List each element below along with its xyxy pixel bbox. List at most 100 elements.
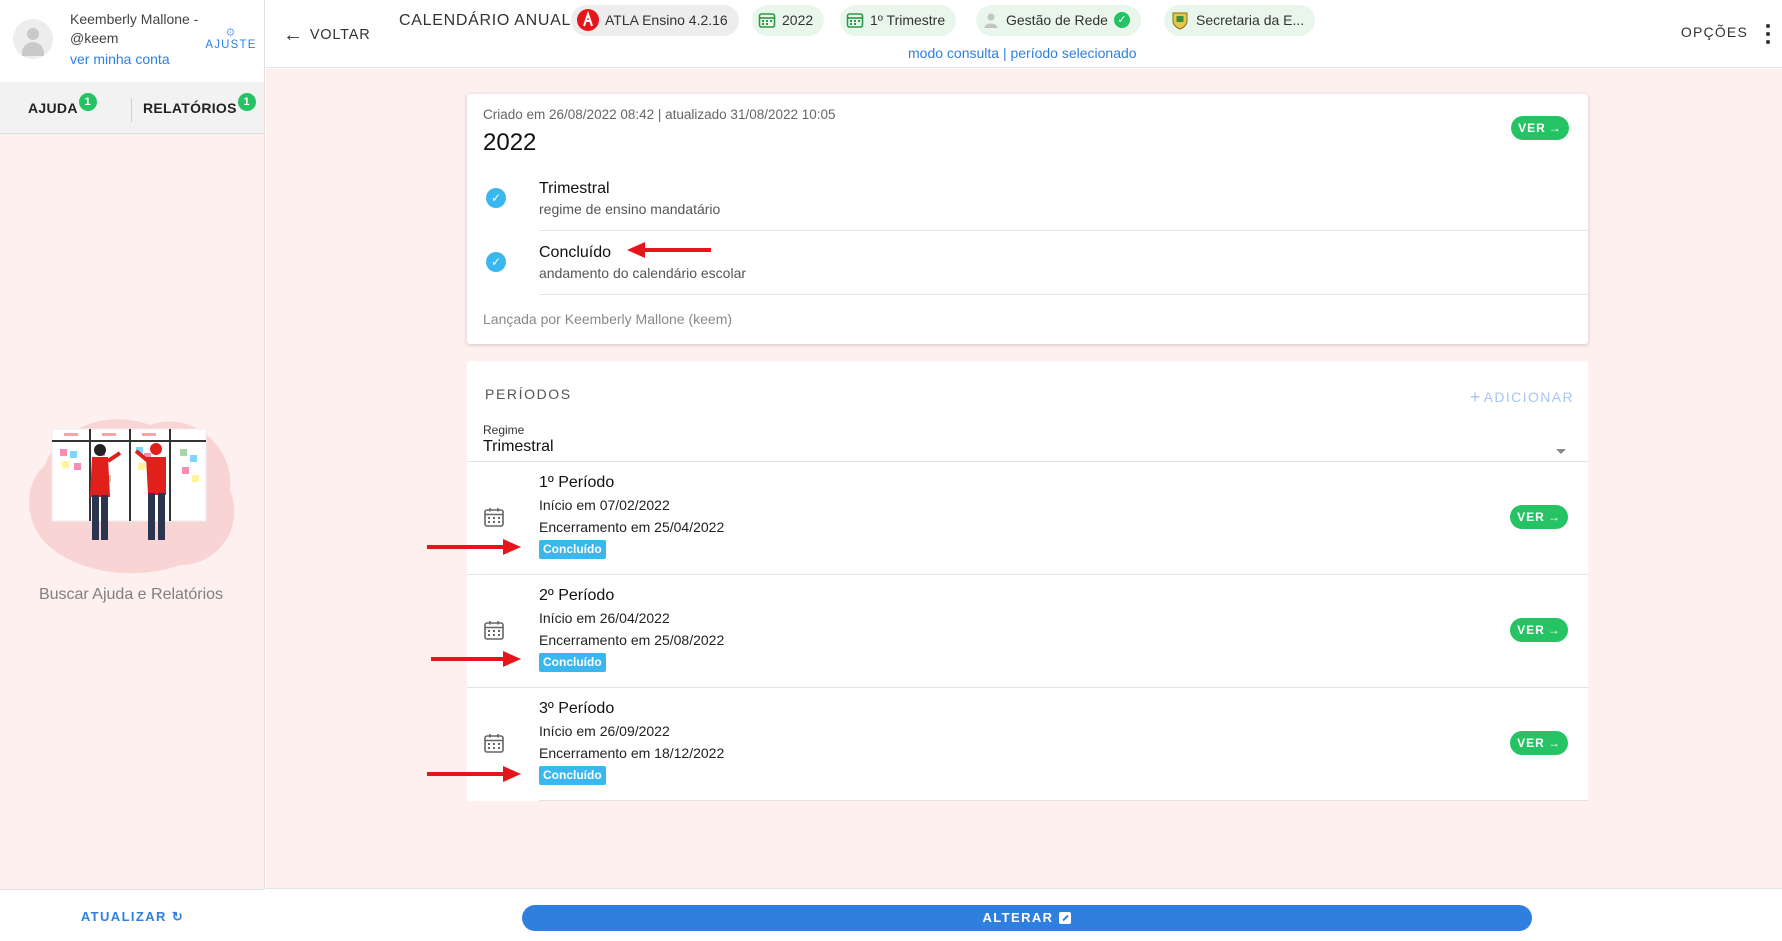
tab-ajuda-badge: 1 [78,93,97,111]
chip-role[interactable]: Gestão de Rede ✓ [976,5,1141,36]
add-period-button[interactable]: + ADICIONAR [1470,386,1574,407]
view-period-label: VER [1517,623,1545,637]
status-title: Concluído [539,244,612,261]
check-circle-icon: ✓ [1113,12,1130,29]
periods-panel: PERÍODOS + ADICIONAR Regime Trimestral 1º… [467,361,1588,801]
period-start: Início em 26/04/2022 [539,610,670,626]
options-button[interactable]: OPÇÕES [1681,24,1748,40]
tab-ajuda[interactable]: AJUDA 1 [28,93,97,116]
settings-button[interactable]: ⚙ AJUSTE [205,27,257,52]
refresh-label: ATUALIZAR [80,909,167,924]
arrow-right-icon: → [1547,736,1561,750]
regime-title: Trimestral [539,180,610,197]
calendar-icon [484,508,504,527]
arrow-left-icon: ← [283,24,304,46]
period-row-2: 2º Período Início em 26/04/2022 Encerram… [467,574,1588,687]
annotation-arrow-icon [431,651,521,667]
status-badge: Concluído [539,540,606,559]
period-end: Encerramento em 18/12/2022 [539,745,725,761]
gear-icon: ⚙ [225,27,237,39]
period-end: Encerramento em 25/04/2022 [539,519,725,535]
alter-button[interactable]: ALTERAR [522,905,1532,931]
period-name: 1º Período [539,474,615,491]
top-bar: ← VOLTAR CALENDÁRIO ANUAL ATLA Ensino 4.2… [266,0,1782,68]
chip-year[interactable]: 2022 [752,5,825,36]
chip-role-label: Gestão de Rede [1006,12,1108,28]
period-row-1: 1º Período Início em 07/02/2022 Encerram… [467,461,1588,574]
view-period-button[interactable]: VER → [1510,731,1568,755]
annotation-arrow-icon [627,242,711,258]
page-title: CALENDÁRIO ANUAL [399,12,572,29]
refresh-icon: ↻ [171,909,185,924]
regime-select[interactable]: Trimestral [483,438,554,456]
user-name: Keemberly Mallone - @keem [70,11,199,46]
calendar-icon [846,13,864,29]
refresh-button[interactable]: ATUALIZAR ↻ [81,909,184,925]
add-period-label: ADICIONAR [1483,389,1574,405]
main-content: Criado em 26/08/2022 08:42 | atualizado … [266,69,1782,888]
status-badge: Concluído [539,766,606,785]
help-illustration [29,419,235,574]
avatar[interactable] [13,19,53,59]
period-name: 2º Período [539,587,615,604]
sidebar-footer: ATUALIZAR ↻ [0,889,265,941]
view-calendar-label: VER [1518,121,1546,135]
view-period-button[interactable]: VER → [1510,505,1568,529]
account-link[interactable]: ver minha conta [70,51,170,67]
search-help-text[interactable]: Buscar Ajuda e Relatórios [0,586,262,604]
chevron-down-icon[interactable] [1556,449,1566,454]
tab-relatorios[interactable]: RELATÓRIOS 1 [143,93,256,116]
alter-label: ALTERAR [982,910,1054,925]
back-button[interactable]: ← VOLTAR [283,22,371,46]
view-calendar-button[interactable]: VER → [1511,116,1569,140]
regime-subtitle: regime de ensino mandatário [539,201,721,217]
tab-ajuda-label: AJUDA [28,100,78,116]
check-circle-icon: ✓ [486,252,506,272]
period-start: Início em 26/09/2022 [539,723,670,739]
chip-system-label: ATLA Ensino 4.2.16 [605,12,728,28]
plus-icon: + [1469,387,1482,407]
edit-icon [1059,911,1072,924]
regime-select-label: Regime [483,423,525,437]
period-start: Início em 07/02/2022 [539,497,670,513]
divider [539,294,1588,295]
more-vert-icon[interactable] [1766,24,1770,48]
arrow-right-icon: → [1547,510,1561,524]
annotation-arrow-icon [427,766,521,782]
calendar-icon [484,621,504,640]
view-period-button[interactable]: VER → [1510,618,1568,642]
periods-title: PERÍODOS [485,386,572,402]
calendar-year: 2022 [483,129,537,156]
calendar-icon [758,13,776,29]
back-label: VOLTAR [309,27,371,43]
check-row-regime: ✓ Trimestral regime de ensino mandatário [467,166,1588,230]
chip-term-label: 1º Trimestre [870,12,946,28]
status-badge: Concluído [539,653,606,672]
sidebar: Keemberly Mallone - @keem ver minha cont… [0,0,265,941]
atla-logo-icon [577,9,599,32]
chip-secretariat-label: Secretaria da E... [1196,12,1305,28]
calendar-icon [484,734,504,753]
settings-label: AJUSTE [205,39,257,51]
view-period-label: VER [1517,736,1545,750]
user-box: Keemberly Mallone - @keem ver minha cont… [0,0,264,82]
mode-link[interactable]: modo consulta | período selecionado [908,45,1137,61]
check-circle-icon: ✓ [486,188,506,208]
help-tabs: AJUDA 1 RELATÓRIOS 1 [0,82,264,134]
view-period-label: VER [1517,510,1545,524]
chip-system[interactable]: ATLA Ensino 4.2.16 [571,5,739,36]
bottom-bar: ALTERAR [266,888,1782,941]
status-subtitle: andamento do calendário escolar [539,265,747,281]
chip-term[interactable]: 1º Trimestre [840,5,957,36]
period-name: 3º Período [539,700,615,717]
tab-relatorios-badge: 1 [237,93,256,111]
chip-secretariat[interactable]: Secretaria da E... [1164,5,1316,36]
annotation-arrow-icon [427,539,521,555]
tab-divider [131,98,132,122]
crest-icon [1172,12,1188,30]
period-end: Encerramento em 25/08/2022 [539,632,725,648]
calendar-meta: Criado em 26/08/2022 08:42 | atualizado … [483,107,836,122]
calendar-card: Criado em 26/08/2022 08:42 | atualizado … [467,94,1588,344]
tab-relatorios-label: RELATÓRIOS [143,100,237,116]
divider [539,800,1588,801]
